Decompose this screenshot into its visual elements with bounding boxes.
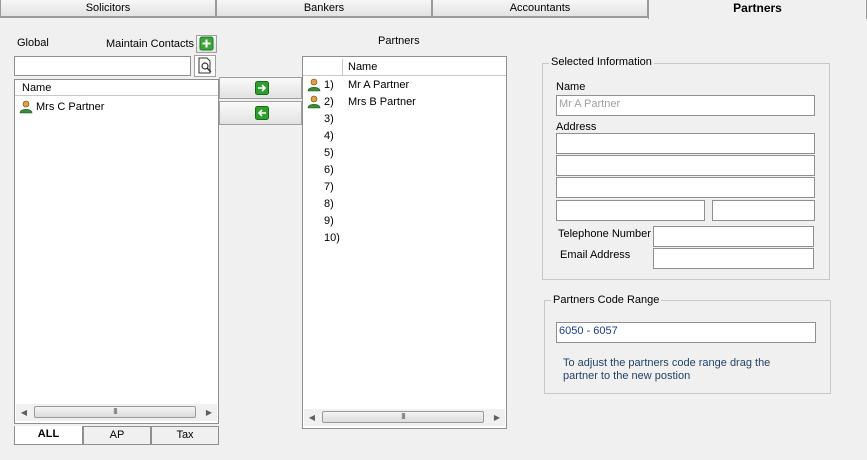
address-label: Address [556, 121, 597, 133]
person-icon [19, 100, 33, 114]
address-line-1[interactable] [556, 133, 815, 154]
telephone-label: Telephone Number [558, 228, 651, 240]
scroll-right-icon[interactable]: ▶ [489, 409, 505, 426]
move-right-button[interactable] [219, 77, 302, 99]
partner-row-number: 4) [324, 130, 334, 142]
partners-list[interactable]: Name 1) Mr A Partner 2) Mrs B Partner 3) 4) 5)… [302, 56, 507, 429]
tab-solicitors[interactable]: Solicitors [0, 0, 216, 17]
tab-accountants[interactable]: Accountants [432, 0, 648, 17]
tab-strip-line [0, 17, 648, 18]
name-label: Name [556, 81, 586, 93]
name-field[interactable]: Mr A Partner [556, 95, 815, 116]
scroll-thumb[interactable]: III [34, 406, 196, 418]
contacts-name-header[interactable]: Name [15, 80, 218, 96]
code-range-hint-line-1: To adjust the partners code range drag t… [563, 357, 771, 369]
person-icon [307, 95, 321, 109]
partner-row-number: 10) [324, 232, 340, 244]
partner-row[interactable]: 1) Mr A Partner [303, 77, 506, 94]
person-icon [307, 78, 321, 92]
scroll-left-icon[interactable]: ◀ [16, 404, 32, 421]
lookup-button[interactable] [194, 55, 216, 77]
address-postcode[interactable] [712, 200, 815, 221]
scroll-thumb[interactable]: III [322, 411, 484, 423]
arrow-right-icon [255, 81, 269, 95]
tab-partners[interactable]: Partners [648, 0, 867, 19]
partner-row[interactable]: 5) [303, 145, 506, 162]
partner-row-number: 1) [324, 79, 334, 91]
email-label: Email Address [560, 249, 631, 261]
code-range-hint-line-2: partner to the new postion [563, 370, 691, 382]
plus-icon [199, 36, 214, 51]
arrow-left-icon [255, 106, 269, 120]
email-field[interactable] [653, 248, 814, 269]
global-label: Global [17, 37, 49, 49]
partner-row[interactable]: 2) Mrs B Partner [303, 94, 506, 111]
partners-header: Name [303, 59, 506, 76]
selected-information-legend: Selected Information [549, 56, 654, 68]
partner-row[interactable]: 7) [303, 179, 506, 196]
partners-title: Partners [378, 35, 420, 47]
partner-row-number: 2) [324, 96, 334, 108]
partner-row[interactable]: 6) [303, 162, 506, 179]
filter-tab-ap[interactable]: AP [83, 426, 151, 445]
search-document-icon [198, 57, 212, 74]
partner-row-number: 9) [324, 215, 334, 227]
filter-tab-all[interactable]: ALL [14, 426, 83, 445]
partner-row-number: 7) [324, 181, 334, 193]
contacts-hscrollbar[interactable]: ◀ III ▶ [16, 404, 217, 421]
partner-row[interactable]: 4) [303, 128, 506, 145]
partner-row-name: Mr A Partner [348, 79, 410, 91]
partner-row-number: 5) [324, 147, 334, 159]
address-town[interactable] [556, 200, 705, 221]
maintain-contacts-label: Maintain Contacts [106, 38, 195, 50]
address-line-2[interactable] [556, 155, 815, 176]
code-range-legend: Partners Code Range [551, 294, 662, 306]
address-line-3[interactable] [556, 177, 815, 198]
partner-row[interactable]: 10) [303, 230, 506, 247]
partner-row-name: Mrs B Partner [348, 96, 416, 108]
contact-search-input[interactable] [14, 56, 191, 76]
contact-name: Mrs C Partner [36, 101, 105, 113]
scroll-left-icon[interactable]: ◀ [304, 409, 320, 426]
partner-row-number: 8) [324, 198, 334, 210]
partners-hscrollbar[interactable]: ◀ III ▶ [304, 409, 505, 426]
partner-row-number: 3) [324, 113, 334, 125]
partners-name-header[interactable]: Name [348, 59, 377, 75]
move-left-button[interactable] [219, 101, 302, 125]
partner-row[interactable]: 3) [303, 111, 506, 128]
scroll-right-icon[interactable]: ▶ [201, 404, 217, 421]
partner-row[interactable]: 8) [303, 196, 506, 213]
telephone-field[interactable] [653, 226, 814, 247]
partner-row[interactable]: 9) [303, 213, 506, 230]
tab-bankers[interactable]: Bankers [216, 0, 432, 17]
filter-tab-tax[interactable]: Tax [151, 426, 219, 445]
contacts-list[interactable]: Name Mrs C Partner ◀ III ▶ [14, 79, 219, 424]
add-contact-button[interactable] [196, 35, 217, 53]
partner-row-number: 6) [324, 164, 334, 176]
code-range-field[interactable]: 6050 - 6057 [556, 322, 816, 343]
